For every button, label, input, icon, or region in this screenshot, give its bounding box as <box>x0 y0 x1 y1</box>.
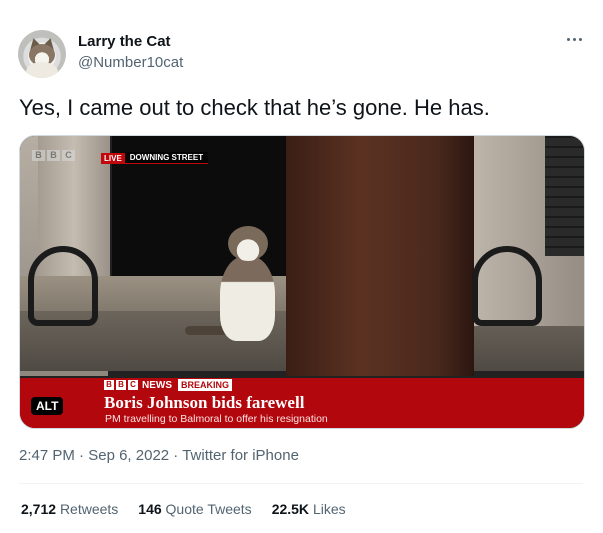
live-location: DOWNING STREET <box>124 152 209 164</box>
retweets-stat[interactable]: 2,712 Retweets <box>21 501 118 517</box>
live-strap: LIVE DOWNING STREET <box>101 152 209 164</box>
bbc-watermark: B B C <box>32 150 75 161</box>
quote-tweets-count: 146 <box>138 501 162 517</box>
tweet-card: Larry the Cat @Number10cat Yes, I came o… <box>0 0 603 533</box>
retweets-label: Retweets <box>59 501 119 517</box>
likes-label: Likes <box>312 501 346 517</box>
news-headline: Boris Johnson bids farewell <box>104 393 305 412</box>
author-handle[interactable]: @Number10cat <box>78 54 183 71</box>
tweet-text: Yes, I came out to check that he’s gone.… <box>19 95 490 120</box>
bbc-logo-box: B <box>116 380 126 390</box>
bbc-watermark-letter: B <box>47 150 60 161</box>
breaking-badge: BREAKING <box>178 379 233 391</box>
scene-bricks <box>545 136 584 256</box>
lower-third-brand: B B C NEWS BREAKING <box>104 379 233 391</box>
cat-head <box>228 226 268 261</box>
likes-count: 22.5K <box>271 501 310 517</box>
retweets-count: 2,712 <box>21 501 57 517</box>
tweet-meta: 2:47 PM · Sep 6, 2022 · Twitter for iPho… <box>19 447 299 464</box>
tweet-time[interactable]: 2:47 PM <box>19 447 75 464</box>
cat-figure <box>220 256 275 341</box>
bbc-logo-box: B <box>104 380 114 390</box>
live-badge: LIVE <box>101 152 125 164</box>
quote-tweets-label: Quote Tweets <box>165 501 252 517</box>
alt-text-button[interactable]: ALT <box>31 397 64 415</box>
news-label: NEWS <box>142 379 172 391</box>
tweet-source[interactable]: Twitter for iPhone <box>182 447 299 464</box>
divider <box>19 483 583 484</box>
scene-lectern <box>286 136 474 376</box>
boot-scraper-right <box>472 246 542 326</box>
meta-separator: · <box>173 447 179 464</box>
bbc-watermark-letter: C <box>62 150 75 161</box>
bbc-watermark-letter: B <box>32 150 45 161</box>
meta-separator: · <box>79 447 85 464</box>
more-horizontal-icon[interactable] <box>566 34 584 44</box>
boot-scraper-left <box>28 246 98 326</box>
author-display-name[interactable]: Larry the Cat <box>78 33 171 50</box>
tweet-stats: 2,712 Retweets 146 Quote Tweets 22.5K Li… <box>21 501 346 517</box>
news-subline: PM travelling to Balmoral to offer his r… <box>105 413 328 425</box>
cat-body-shape <box>26 62 58 78</box>
quote-tweets-stat[interactable]: 146 Quote Tweets <box>138 501 251 517</box>
likes-stat[interactable]: 22.5K Likes <box>272 501 346 517</box>
tweet-date[interactable]: Sep 6, 2022 <box>88 447 169 464</box>
bbc-logo-box: C <box>128 380 138 390</box>
avatar[interactable] <box>18 30 66 78</box>
tweet-media-image[interactable]: B B C LIVE DOWNING STREET B B C NEWS BRE… <box>19 135 585 429</box>
